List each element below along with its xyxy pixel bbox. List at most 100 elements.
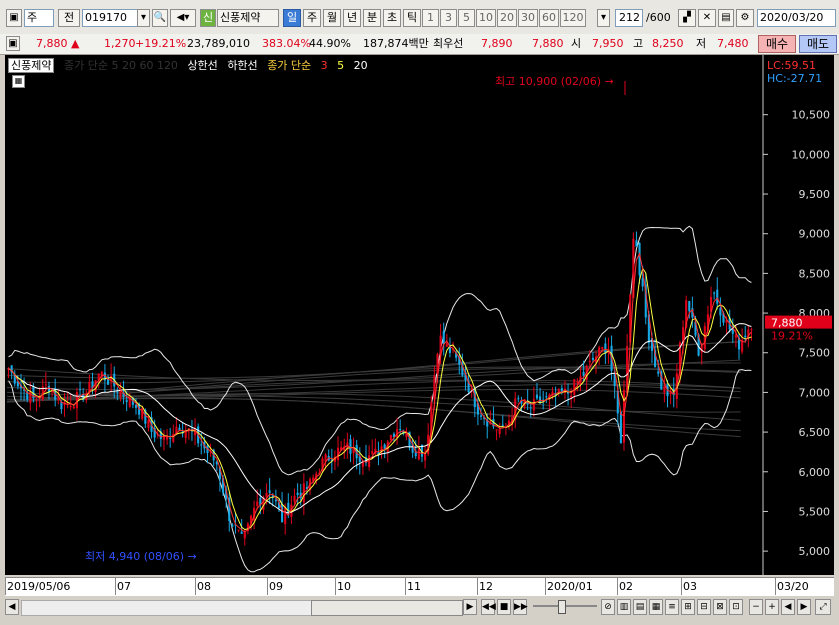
candle-body <box>274 499 277 502</box>
current-price: 7,880 <box>36 37 68 50</box>
interval-3[interactable]: 3 <box>440 9 457 27</box>
candle-body <box>371 451 374 454</box>
x-tick-label: 07 <box>117 580 131 593</box>
expand-icon[interactable]: ⤢ <box>815 599 831 615</box>
grid-toggle-icon[interactable]: ▦ <box>12 75 25 88</box>
scroll-right-icon[interactable]: ▶ <box>463 599 477 615</box>
zoom-in-button[interactable]: + <box>765 599 779 615</box>
fan-line <box>6 398 741 438</box>
interval-60[interactable]: 60 <box>539 9 559 27</box>
window-menu-icon[interactable]: ▣ <box>6 9 22 27</box>
search-icon[interactable]: 🔍 <box>152 9 168 27</box>
period-second-tab[interactable]: 초 <box>383 9 401 27</box>
sound-icon[interactable]: ◀▾ <box>170 9 196 27</box>
sell-button[interactable]: 매도 <box>799 35 837 53</box>
candle-body <box>399 429 402 431</box>
scroll-thumb[interactable] <box>311 600 463 616</box>
legend-stock-name[interactable]: 신풍제약 <box>8 58 55 73</box>
candle-body <box>60 402 63 409</box>
fan-line <box>6 397 741 432</box>
x-tick <box>405 578 406 595</box>
legend-lower-band[interactable]: 하한선 <box>227 59 257 72</box>
candle-body <box>125 400 128 403</box>
period-week-tab[interactable]: 주 <box>303 9 321 27</box>
candle-body <box>237 529 240 531</box>
candle-body <box>529 407 532 409</box>
tools-icon[interactable]: ▞ <box>678 9 696 27</box>
candle-body <box>573 379 576 395</box>
interval-5[interactable]: 5 <box>458 9 475 27</box>
legend-hidden-ma[interactable]: 종가 단순 5 20 60 120 <box>64 59 178 72</box>
legend-upper-band[interactable]: 상한선 <box>187 59 217 72</box>
y-tick-label: 7,000 <box>799 386 831 399</box>
code-dropdown-icon[interactable]: ▾ <box>137 9 150 27</box>
x-tick <box>195 578 196 595</box>
max-price-label: 최고 10,900 (02/06) → <box>495 75 614 88</box>
legend-ma3[interactable]: 3 <box>321 59 328 72</box>
candle-body <box>231 524 234 527</box>
gear-icon[interactable]: ⚙ <box>736 9 754 27</box>
zoom-slider-handle[interactable] <box>558 600 566 614</box>
high-price: 8,250 <box>652 37 684 50</box>
period-month-tab[interactable]: 월 <box>323 9 341 27</box>
interval-dropdown-icon[interactable]: ▾ <box>597 9 610 27</box>
code-input[interactable]: 019170 <box>82 9 138 27</box>
scroll-left-icon[interactable]: ◀ <box>5 599 19 615</box>
fast-forward-icon[interactable]: ▶▶ <box>513 599 528 615</box>
legend-ma20[interactable]: 20 <box>354 59 368 72</box>
quote-toggle-icon[interactable]: ▣ <box>6 36 20 51</box>
tool-c-icon[interactable]: ⊠ <box>713 599 727 615</box>
interval-30[interactable]: 30 <box>518 9 538 27</box>
date-input[interactable]: 2020/03/20 <box>757 9 836 27</box>
buy-button[interactable]: 매수 <box>758 35 796 53</box>
indicator-icon[interactable]: ≡ <box>665 599 679 615</box>
interval-10[interactable]: 10 <box>476 9 496 27</box>
save-icon[interactable]: ▤ <box>718 9 734 27</box>
layout-c-icon[interactable]: ▦ <box>649 599 663 615</box>
count-total: /600 <box>646 11 671 24</box>
count-input[interactable]: 212 <box>615 9 643 27</box>
prev-button[interactable]: 전 <box>58 9 80 27</box>
y-tick-label: 9,500 <box>799 188 831 201</box>
candle-body <box>750 329 753 331</box>
candle-body <box>641 278 644 287</box>
tool-b-icon[interactable]: ⊟ <box>697 599 711 615</box>
y-tick-label: 7,500 <box>799 347 831 360</box>
candle-body <box>69 405 72 407</box>
layout-b-icon[interactable]: ▤ <box>633 599 647 615</box>
x-tick-label: 2019/05/06 <box>7 580 71 593</box>
rewind-icon[interactable]: ◀◀ <box>481 599 496 615</box>
x-tick-label: 11 <box>407 580 421 593</box>
legend-ma5[interactable]: 5 <box>337 59 344 72</box>
tool-a-icon[interactable]: ⊞ <box>681 599 695 615</box>
pan-right-icon[interactable]: ▶ <box>797 599 811 615</box>
price-chart[interactable]: 5,000 5,500 6,000 6,500 7,000 7,500 8,000 8,500… <box>5 55 834 575</box>
chart-canvas[interactable]: 5,0005,5006,0006,5007,0007,5008,0008,500… <box>5 55 834 575</box>
tool-d-icon[interactable]: ⊡ <box>729 599 743 615</box>
period-year-tab[interactable]: 년 <box>343 9 361 27</box>
candle-body <box>601 346 604 349</box>
layout-a-icon[interactable]: ▥ <box>617 599 631 615</box>
period-tick-tab[interactable]: 틱 <box>403 9 421 27</box>
period-day-tab[interactable]: 일 <box>283 9 301 27</box>
candle-body <box>296 492 299 495</box>
market-select[interactable]: 주 <box>24 9 54 27</box>
legend-ma-label[interactable]: 종가 단순 <box>267 59 311 72</box>
zoom-out-button[interactable]: − <box>749 599 763 615</box>
interval-120[interactable]: 120 <box>560 9 586 27</box>
stock-tag-badge: 신 <box>200 9 216 27</box>
interval-20[interactable]: 20 <box>497 9 517 27</box>
turnover-rate: 44.90% <box>309 37 351 50</box>
quote-bar: ▣ 7,880 ▲ 1,270 +19.21% 23,789,010 383.0… <box>0 34 839 55</box>
stop-icon[interactable]: ■ <box>497 599 511 615</box>
zoom-reset-icon[interactable]: ⊘ <box>601 599 615 615</box>
cross-line-icon[interactable]: ✕ <box>698 9 716 27</box>
candle-body <box>532 399 535 411</box>
candle-body <box>557 388 560 392</box>
period-minute-tab[interactable]: 분 <box>363 9 381 27</box>
pan-left-icon[interactable]: ◀ <box>781 599 795 615</box>
interval-1[interactable]: 1 <box>422 9 439 27</box>
scroll-track[interactable] <box>21 600 313 616</box>
chart-scrollbar[interactable]: ◀ ▶ ◀◀ ■ ▶▶ ⊘ ▥ ▤ ▦ ≡ ⊞ ⊟ ⊠ ⊡ − + ◀ ▶ ⤢ <box>5 597 834 617</box>
candle-body <box>29 391 32 404</box>
